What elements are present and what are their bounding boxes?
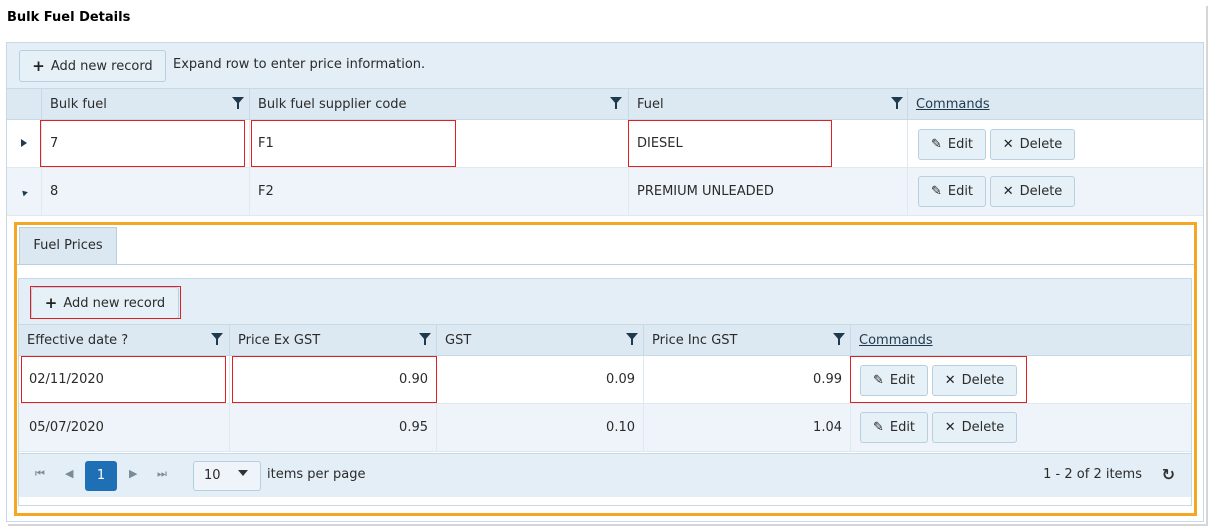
detail-highlight-border [14, 222, 1197, 516]
add-record-label: Add new record [50, 58, 153, 74]
delete-label: Delete [1019, 184, 1063, 199]
grid-toolbar: + Add new record Expand row to enter pri… [7, 43, 1203, 89]
highlight-box [628, 120, 832, 167]
filter-icon[interactable] [891, 97, 903, 109]
expand-toggle[interactable] [7, 120, 41, 168]
add-record-button[interactable]: + Add new record [19, 50, 166, 82]
header-commands-label[interactable]: Commands [916, 97, 990, 112]
delete-button[interactable]: ✕ Delete [990, 176, 1075, 207]
header-bulk-fuel[interactable]: Bulk fuel [41, 89, 249, 120]
pencil-icon: ✎ [930, 137, 942, 152]
header-commands[interactable]: Commands [907, 89, 1203, 120]
close-icon: ✕ [1002, 137, 1014, 152]
header-fuel[interactable]: Fuel [628, 89, 907, 120]
edit-button[interactable]: ✎ Edit [918, 176, 986, 207]
header-expand-col [7, 89, 41, 120]
cell-bulk-fuel: 8 [41, 168, 249, 216]
shadow-edge [1206, 6, 1208, 526]
highlight-box [40, 120, 245, 167]
edit-label: Edit [947, 137, 974, 152]
header-fuel-label: Fuel [637, 97, 664, 112]
cell-fuel: PREMIUM UNLEADED [628, 168, 907, 216]
edit-button[interactable]: ✎ Edit [918, 129, 986, 160]
header-supplier[interactable]: Bulk fuel supplier code [249, 89, 628, 120]
highlight-box [251, 120, 456, 167]
cell-supplier: F2 [249, 168, 628, 216]
table-row[interactable]: 8 F2 PREMIUM UNLEADED ✎ Edit ✕ Delete [7, 168, 1203, 216]
delete-label: Delete [1019, 137, 1063, 152]
header-bulk-fuel-label: Bulk fuel [50, 97, 107, 112]
page-title: Bulk Fuel Details [7, 10, 131, 25]
close-icon: ✕ [1002, 184, 1014, 199]
edit-label: Edit [947, 184, 974, 199]
delete-button[interactable]: ✕ Delete [990, 129, 1075, 160]
header-supplier-label: Bulk fuel supplier code [258, 97, 407, 112]
filter-icon[interactable] [610, 97, 622, 109]
expand-hint: Expand row to enter price information. [173, 57, 426, 72]
plus-icon: + [32, 57, 45, 75]
caret-right-icon [21, 139, 27, 147]
shadow-bottom [8, 524, 1208, 526]
expand-toggle[interactable] [7, 168, 41, 216]
filter-icon[interactable] [232, 97, 244, 109]
pencil-icon: ✎ [930, 184, 942, 199]
grid-header: Bulk fuel Bulk fuel supplier code Fuel C… [7, 89, 1203, 120]
caret-down-icon [20, 188, 28, 197]
